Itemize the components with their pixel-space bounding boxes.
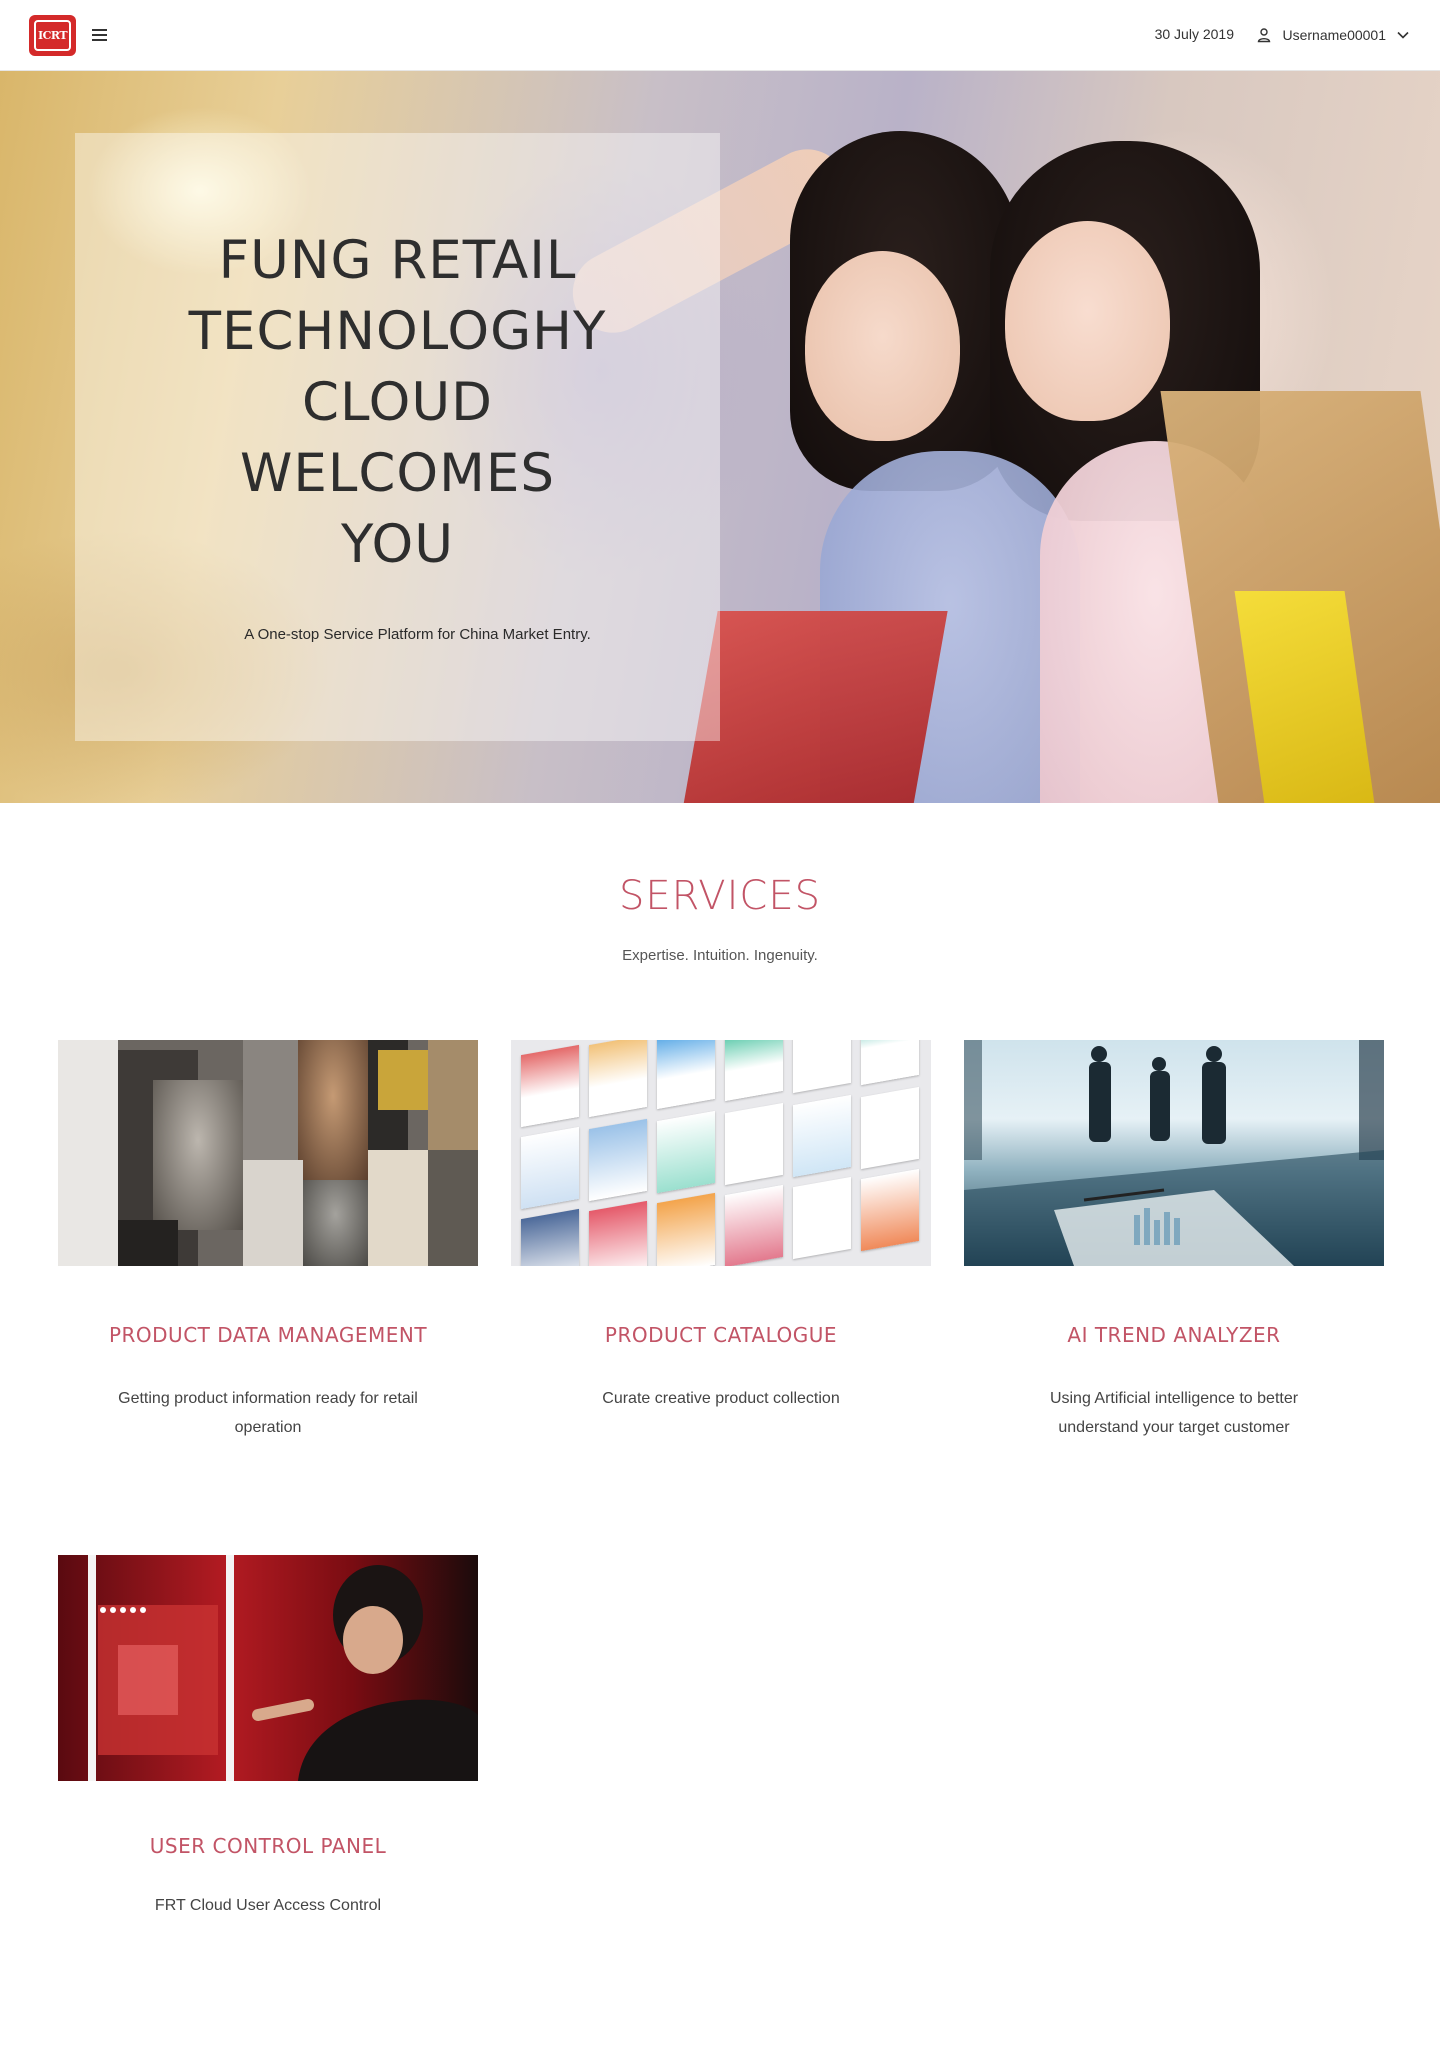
hero-text-panel: FUNG RETAIL TECHNOLOGHY CLOUD WELCOMES Y… xyxy=(75,133,720,741)
hero-title-line: FUNG RETAIL xyxy=(218,230,577,291)
hero-banner: FUNG RETAIL TECHNOLOGHY CLOUD WELCOMES Y… xyxy=(0,71,1440,803)
service-card-ai-trend-analyzer[interactable]: AI TREND ANALYZER Using Artificial intel… xyxy=(964,1040,1384,1436)
hero-title: FUNG RETAIL TECHNOLOGHY CLOUD WELCOMES Y… xyxy=(75,225,720,580)
hero-title-line: CLOUD xyxy=(302,372,493,433)
user-menu[interactable]: Username00001 xyxy=(1256,22,1410,48)
service-name[interactable]: PRODUCT CATALOGUE xyxy=(511,1323,931,1347)
service-name[interactable]: PRODUCT DATA MANAGEMENT xyxy=(58,1323,478,1347)
service-description: Getting product information ready for re… xyxy=(118,1390,418,1436)
top-bar: ICRT 30 July 2019 Username00001 xyxy=(0,0,1440,71)
services-heading: SERVICES xyxy=(618,873,822,919)
service-description: FRT Cloud User Access Control xyxy=(154,1897,382,1914)
service-image-moodboard[interactable] xyxy=(58,1040,478,1266)
service-card-product-catalogue[interactable]: PRODUCT CATALOGUE Curate creative produc… xyxy=(511,1040,931,1407)
brand-logo[interactable]: ICRT xyxy=(29,15,76,56)
service-name[interactable]: USER CONTROL PANEL xyxy=(58,1834,478,1858)
service-description: Curate creative product collection xyxy=(602,1390,840,1407)
username-label: Username00001 xyxy=(1282,27,1386,43)
service-card-user-control-panel[interactable]: USER CONTROL PANEL FRT Cloud User Access… xyxy=(58,1555,478,1914)
service-description: Using Artificial intelligence to better … xyxy=(1049,1390,1299,1436)
service-image-store[interactable] xyxy=(58,1555,478,1781)
current-date: 30 July 2019 xyxy=(1154,26,1234,42)
brand-logo-mark: ICRT xyxy=(34,20,71,51)
hero-subtitle: A One-stop Service Platform for China Ma… xyxy=(244,626,591,643)
menu-button[interactable] xyxy=(90,26,110,44)
hero-title-line: YOU xyxy=(341,514,454,575)
service-image-meeting[interactable] xyxy=(964,1040,1384,1266)
chevron-down-icon xyxy=(1397,31,1409,39)
hero-title-line: TECHNOLOGHY xyxy=(188,301,607,362)
service-card-product-data-management[interactable]: PRODUCT DATA MANAGEMENT Getting product … xyxy=(58,1040,478,1436)
service-name[interactable]: AI TREND ANALYZER xyxy=(964,1323,1384,1347)
service-image-catalogue[interactable] xyxy=(511,1040,931,1266)
hero-title-line: WELCOMES xyxy=(239,443,555,504)
services-tagline: Expertise. Intuition. Ingenuity. xyxy=(622,947,818,964)
hamburger-icon xyxy=(90,29,110,41)
user-icon xyxy=(1258,28,1271,43)
